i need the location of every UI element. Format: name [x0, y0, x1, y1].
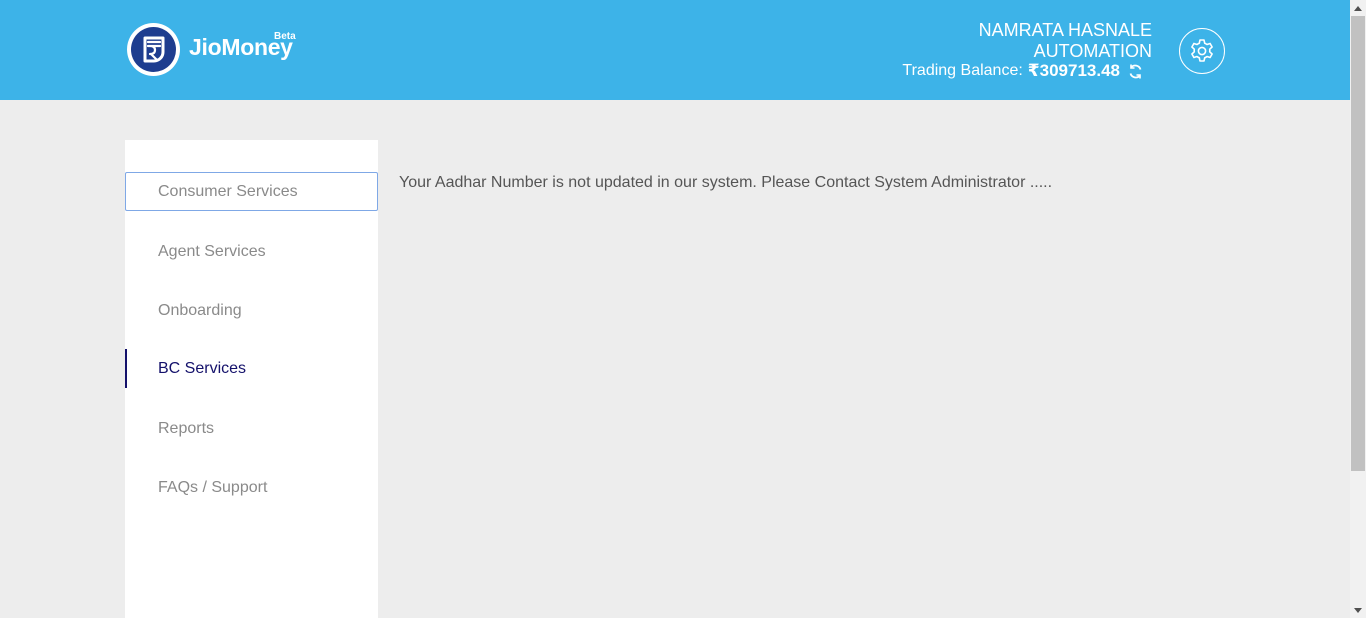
sidebar-item-onboarding[interactable]: Onboarding	[125, 291, 378, 330]
page-scrollbar[interactable]	[1350, 0, 1366, 618]
scroll-down-arrow-icon[interactable]	[1350, 602, 1366, 618]
scroll-up-arrow-icon[interactable]	[1350, 0, 1366, 16]
scroll-thumb[interactable]	[1351, 16, 1365, 471]
settings-button[interactable]	[1179, 28, 1225, 74]
top-header: JioMoney Beta NAMRATA HASNALE AUTOMATION…	[0, 0, 1350, 100]
sidebar-menu: Consumer Services Agent Services Onboard…	[125, 140, 378, 618]
refresh-icon[interactable]	[1127, 63, 1144, 80]
sidebar-item-faqs-support[interactable]: FAQs / Support	[125, 468, 378, 507]
trading-balance: Trading Balance: ₹309713.48	[902, 61, 1144, 81]
beta-badge: Beta	[274, 31, 296, 42]
aadhar-error-message: Your Aadhar Number is not updated in our…	[399, 174, 1053, 191]
balance-amount: ₹309713.48	[1027, 61, 1120, 80]
user-name-line2: AUTOMATION	[1033, 41, 1152, 61]
jiomoney-logo-icon[interactable]	[127, 23, 180, 76]
gear-icon	[1191, 39, 1213, 62]
sidebar-item-reports[interactable]: Reports	[125, 409, 378, 448]
sidebar-item-bc-services[interactable]: BC Services	[125, 349, 378, 388]
balance-label: Trading Balance:	[902, 62, 1023, 79]
sidebar-item-consumer-services[interactable]: Consumer Services	[125, 172, 378, 211]
sidebar-item-agent-services[interactable]: Agent Services	[125, 232, 378, 271]
user-name-line1: NAMRATA HASNALE	[978, 20, 1152, 40]
